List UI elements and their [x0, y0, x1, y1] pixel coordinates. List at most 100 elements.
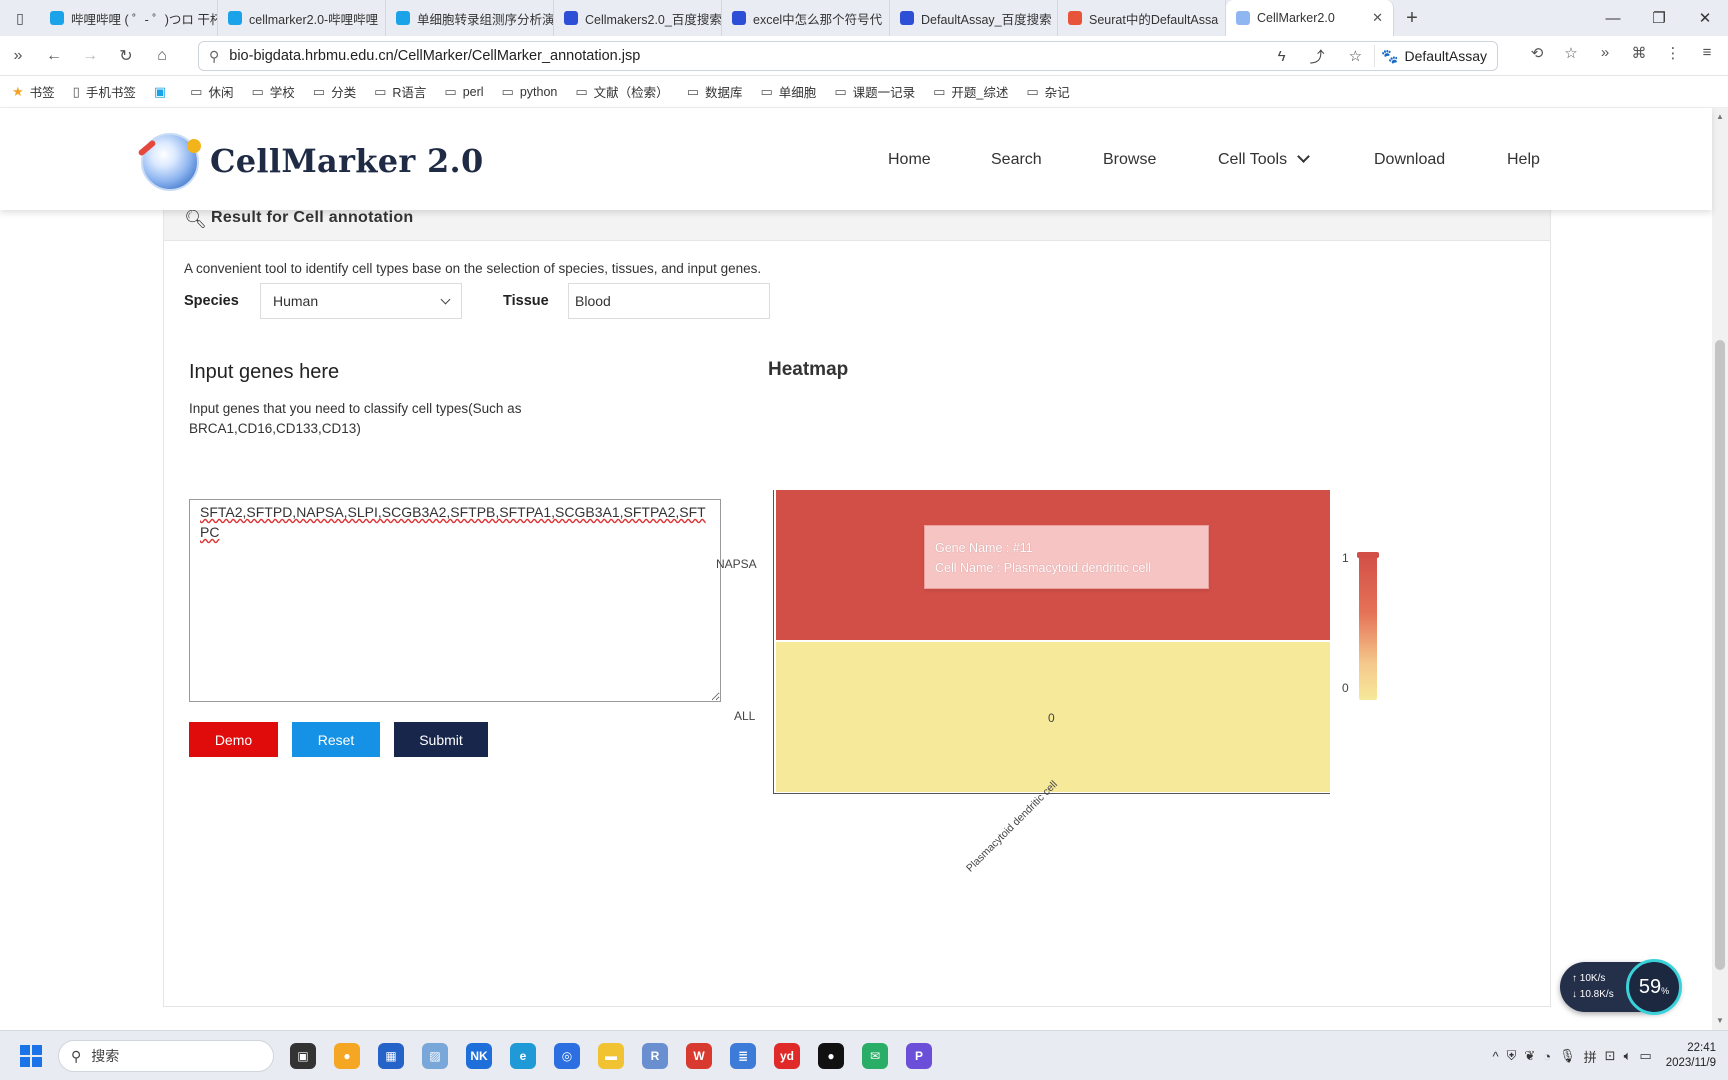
new-tab-button[interactable]: + — [1394, 7, 1430, 30]
genes-textarea[interactable] — [189, 499, 721, 702]
bookmark-item[interactable]: ▭ R语言 — [374, 82, 426, 101]
nav-help[interactable]: Help — [1507, 151, 1540, 169]
r-app-icon[interactable]: R — [642, 1043, 668, 1069]
bookmark-item[interactable]: ▭ 休闲 — [190, 82, 233, 101]
network-icon[interactable]: ⊡ — [1605, 1048, 1616, 1064]
wechat-icon[interactable]: ✉ — [862, 1043, 888, 1069]
volume-icon[interactable]: 🔈︎ — [1624, 1048, 1632, 1064]
qq-icon[interactable]: ◔ — [1543, 1049, 1551, 1064]
colorbar — [1357, 552, 1379, 700]
language-icon[interactable]: 拼 — [1584, 1047, 1597, 1066]
maximize-button[interactable]: ❐ — [1636, 0, 1682, 36]
taskbar-search[interactable]: ⚲ 搜索 — [58, 1040, 274, 1072]
bookmark-item[interactable]: ▭ 数据库 — [687, 82, 743, 101]
bookmark-label: 学校 — [269, 86, 295, 100]
microphone-icon[interactable]: 🎙︎ — [1559, 1048, 1576, 1064]
scroll-up-icon[interactable]: ▲ — [1716, 112, 1724, 121]
browser-tab[interactable]: Seurat中的DefaultAssa — [1058, 0, 1226, 36]
menu-icon[interactable]: ⋮ — [1660, 44, 1686, 62]
nav-browse[interactable]: Browse — [1103, 151, 1156, 169]
browser-tab[interactable]: Cellmakers2.0_百度搜索 — [554, 0, 722, 36]
browser-tab[interactable]: 单细胞转录组测序分析演 — [386, 0, 554, 36]
upload-speed-value: 10K/s — [1579, 973, 1606, 984]
bookmark-item[interactable]: ▯ 手机书签 — [73, 82, 136, 101]
hamburger-menu-icon[interactable]: ≡ — [1694, 44, 1720, 62]
bookmark-item[interactable]: ▭ 单细胞 — [761, 82, 817, 101]
extensions-icon[interactable]: ⌘ — [1626, 44, 1652, 62]
bookmark-label: 数据库 — [704, 86, 743, 100]
vertical-scrollbar[interactable]: ▲ ▼ — [1712, 108, 1728, 1030]
bookmark-label: 书签 — [29, 86, 55, 100]
shield-icon[interactable]: ⛨ — [1507, 1048, 1517, 1064]
bookmark-item[interactable]: ▭ perl — [444, 84, 483, 100]
demo-button[interactable]: Demo — [189, 722, 278, 757]
species-label: Species — [184, 293, 239, 309]
close-tab-icon[interactable]: ✕ — [1362, 10, 1383, 26]
colorbar-tick-min: 0 — [1342, 681, 1349, 695]
tab-title: Cellmakers2.0_百度搜索 — [585, 12, 722, 27]
window-controls: — ❐ ✕ — [1590, 0, 1728, 36]
sidebar-toggle-icon[interactable]: ▯ — [0, 0, 40, 36]
bookmark-item[interactable]: ▭ 开题_综述 — [933, 82, 1008, 101]
clock[interactable]: 22:41 2023/11/9 — [1666, 1041, 1716, 1071]
edge-browser-icon[interactable]: e — [510, 1043, 536, 1069]
browser-tab[interactable]: 哔哩哔哩 ( ゜- ゜)つロ 干杯 — [40, 0, 218, 36]
bookmark-item[interactable]: ▭ 分类 — [313, 82, 356, 101]
more-tools-icon[interactable]: » — [1592, 44, 1618, 62]
store-icon[interactable]: ▦ — [378, 1043, 404, 1069]
bookmark-item[interactable]: ▭ python — [502, 84, 558, 100]
submit-button[interactable]: Submit — [394, 722, 488, 757]
history-icon[interactable]: ⟲ — [1524, 44, 1550, 62]
scroll-down-icon[interactable]: ▼ — [1716, 1016, 1724, 1025]
task-view-icon[interactable]: ▣ — [290, 1043, 316, 1069]
browser-tab[interactable]: cellmarker2.0-哔哩哔哩 — [218, 0, 386, 36]
lightning-icon[interactable]: ϟ — [1278, 48, 1286, 65]
species-select[interactable]: Human — [260, 283, 462, 319]
notification-app-icon[interactable]: ● — [334, 1043, 360, 1069]
nav-search[interactable]: Search — [991, 151, 1042, 169]
back-button[interactable]: ← — [36, 47, 72, 65]
network-monitor-widget[interactable]: ↑ 10K/s ↓ 10.8K/s 59% — [1560, 959, 1682, 1015]
reload-button[interactable]: ↻ — [108, 46, 144, 66]
share-icon[interactable]: ⤴ — [1310, 46, 1325, 67]
tray-expand-icon[interactable]: ^ — [1493, 1049, 1499, 1064]
forward-button[interactable]: → — [72, 47, 108, 65]
minimize-button[interactable]: — — [1590, 0, 1636, 36]
notepad-icon[interactable]: ≣ — [730, 1043, 756, 1069]
nk-app-icon[interactable]: NK — [466, 1043, 492, 1069]
nav-cell-tools[interactable]: Cell Tools — [1218, 150, 1310, 169]
nav-download[interactable]: Download — [1374, 151, 1445, 169]
tab-favicon-icon — [900, 11, 914, 25]
expand-icon[interactable]: » — [0, 47, 36, 65]
url-text[interactable]: bio-bigdata.hrbmu.edu.cn/CellMarker/Cell… — [229, 48, 1265, 64]
bilibili-bookmark-icon[interactable]: ▣ — [154, 84, 172, 100]
address-bar[interactable]: ⚲ bio-bigdata.hrbmu.edu.cn/CellMarker/Ce… — [198, 41, 1498, 71]
browser-tab[interactable]: DefaultAssay_百度搜索 — [890, 0, 1058, 36]
recorder-icon[interactable]: ● — [818, 1043, 844, 1069]
scrollbar-thumb[interactable] — [1715, 340, 1725, 970]
bookmark-star-icon[interactable]: ☆ — [1349, 47, 1362, 65]
leaf-icon[interactable]: ❦ — [1524, 1048, 1535, 1064]
bookmark-item[interactable]: ▭ 课题一记录 — [834, 82, 915, 101]
battery-icon[interactable]: ▭ — [1639, 1048, 1651, 1064]
bookmark-item[interactable]: ▭ 杂记 — [1026, 82, 1069, 101]
reset-button[interactable]: Reset — [292, 722, 380, 757]
browser-tab[interactable]: CellMarker2.0 ✕ — [1226, 0, 1394, 36]
browser-tab[interactable]: excel中怎么那个符号代 — [722, 0, 890, 36]
close-window-button[interactable]: ✕ — [1682, 0, 1728, 36]
file-explorer-icon[interactable]: ▬ — [598, 1043, 624, 1069]
nav-home[interactable]: Home — [888, 151, 931, 169]
youdao-icon[interactable]: yd — [774, 1043, 800, 1069]
bookmark-item[interactable]: ▭ 学校 — [251, 82, 294, 101]
browser-icon[interactable]: ◎ — [554, 1043, 580, 1069]
search-engine-selector[interactable]: 🐾 DefaultAssay — [1374, 45, 1497, 67]
favorites-icon[interactable]: ☆ — [1558, 44, 1584, 62]
photos-icon[interactable]: ▨ — [422, 1043, 448, 1069]
windows-start-icon[interactable] — [20, 1045, 42, 1067]
tissue-input[interactable] — [568, 283, 770, 319]
bookmark-item[interactable]: ▭ 文献（检索） — [575, 82, 668, 101]
home-button[interactable]: ⌂ — [144, 47, 180, 65]
wps-icon[interactable]: W — [686, 1043, 712, 1069]
p-app-icon[interactable]: P — [906, 1043, 932, 1069]
bookmark-item[interactable]: ★ 书签 — [12, 82, 55, 101]
